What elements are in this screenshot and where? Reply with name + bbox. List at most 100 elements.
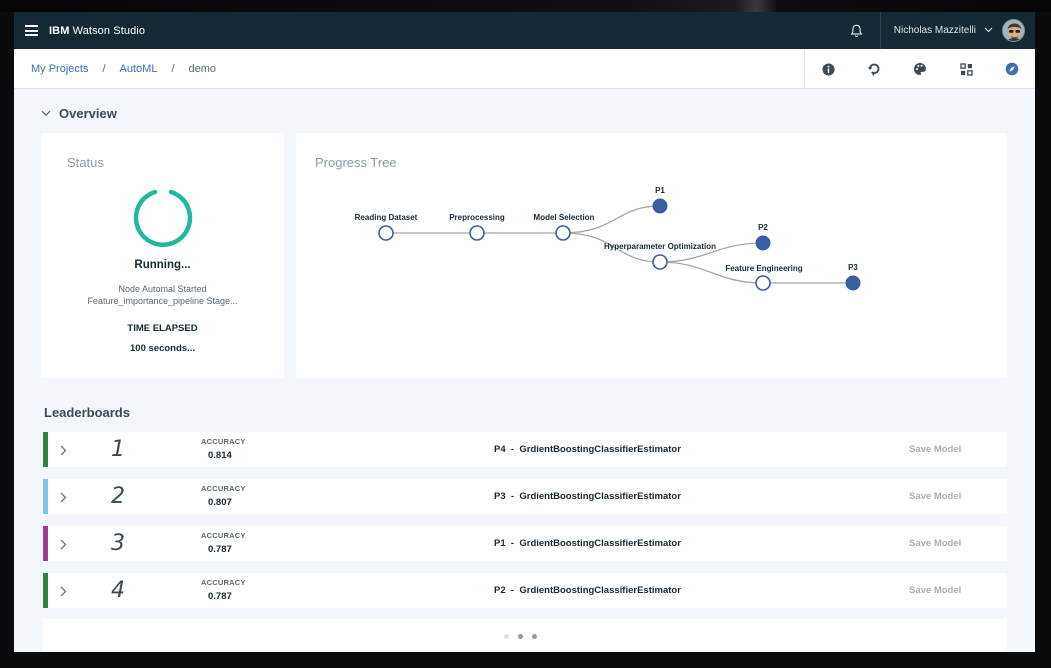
- leaderboard-row[interactable]: 2 ACCURACY 0.807 P3 - GrdientBoostingCla…: [43, 479, 1007, 514]
- pipeline-name: P4 - GrdientBoostingClassifierEstimator: [494, 444, 681, 455]
- app-title[interactable]: IBM Watson Studio: [49, 25, 145, 37]
- rank-number: 3: [111, 531, 125, 556]
- chevron-down-icon: [984, 25, 993, 36]
- tree-label-p3: P3: [848, 263, 858, 272]
- tree-label-feature-engineering: Feature Engineering: [725, 264, 802, 273]
- tree-label-reading-dataset: Reading Dataset: [355, 213, 418, 222]
- tree-label-preprocessing: Preprocessing: [449, 213, 505, 222]
- rank-color-bar: [43, 479, 48, 514]
- app-title-brand: IBM: [49, 24, 70, 37]
- tree-node-feature-engineering[interactable]: [755, 275, 771, 291]
- breadcrumb-automl[interactable]: AutoML: [120, 63, 158, 75]
- estimator-name: GrdientBoostingClassifierEstimator: [519, 491, 681, 502]
- page-dot[interactable]: [504, 634, 509, 639]
- tree-label-hpo: Hyperparameter Optimization: [604, 242, 716, 251]
- pipeline-id: P4: [494, 444, 506, 455]
- user-name: Nicholas Mazzitelli: [893, 25, 976, 36]
- save-model-button[interactable]: Save Model: [909, 538, 961, 549]
- chevron-right-icon[interactable]: [60, 537, 67, 555]
- rank-color-bar: [43, 432, 48, 467]
- pipeline-name: P1 - GrdientBoostingClassifierEstimator: [494, 538, 681, 549]
- app-screen: IBM Watson Studio Nicholas Mazzitelli My…: [14, 12, 1035, 652]
- tree-label-model-selection: Model Selection: [534, 213, 595, 222]
- leaderboard-row[interactable]: 4 ACCURACY 0.787 P2 - GrdientBoostingCla…: [43, 573, 1007, 608]
- breadcrumb-separator: /: [102, 62, 106, 75]
- pipeline-id: P1: [494, 538, 506, 549]
- accuracy-label: ACCURACY: [201, 484, 246, 493]
- page-toolbar: [804, 49, 1035, 89]
- leaderboard-row[interactable]: 3 ACCURACY 0.787 P1 - GrdientBoostingCla…: [43, 526, 1007, 561]
- chevron-right-icon[interactable]: [60, 584, 67, 602]
- breadcrumb-separator: /: [171, 62, 175, 75]
- tree-label-p1: P1: [655, 186, 665, 195]
- tree-node-reading-dataset[interactable]: [378, 225, 394, 241]
- window-frame: [0, 0, 1051, 12]
- pipeline-name: P3 - GrdientBoostingClassifierEstimator: [494, 491, 681, 502]
- estimator-name: GrdientBoostingClassifierEstimator: [519, 585, 681, 596]
- progress-tree-card: Progress Tree Reading Dataset Preprocess…: [296, 133, 1007, 378]
- app-title-product: Watson Studio: [72, 24, 146, 37]
- breadcrumb-demo: demo: [188, 62, 217, 75]
- accuracy-value: 0.787: [208, 591, 232, 602]
- rank-number: 1: [111, 437, 125, 462]
- page-dot[interactable]: [518, 634, 523, 639]
- progress-tree-diagram: Reading Dataset Preprocessing Model Sele…: [355, 186, 861, 291]
- estimator-name: GrdientBoostingClassifierEstimator: [519, 538, 681, 549]
- hamburger-menu-icon[interactable]: [25, 25, 38, 36]
- user-menu[interactable]: Nicholas Mazzitelli: [879, 12, 1035, 49]
- avatar[interactable]: [1002, 19, 1025, 42]
- breadcrumb: My Projects / AutoML / demo: [31, 63, 216, 75]
- save-model-button[interactable]: Save Model: [909, 491, 961, 502]
- save-model-button[interactable]: Save Model: [909, 585, 961, 596]
- accuracy-label: ACCURACY: [201, 578, 246, 587]
- rank-color-bar: [43, 526, 48, 561]
- accuracy-value: 0.787: [208, 544, 232, 555]
- grid-icon[interactable]: [943, 49, 989, 89]
- accuracy-value: 0.807: [208, 497, 232, 508]
- palette-icon[interactable]: [897, 49, 943, 89]
- compass-icon[interactable]: [989, 49, 1035, 89]
- tree-node-preprocessing[interactable]: [469, 225, 485, 241]
- rank-number: 2: [111, 484, 125, 509]
- leaderboard-row[interactable]: 1 ACCURACY 0.814 P4 - GrdientBoostingCla…: [43, 432, 1007, 467]
- status-message-line2: Feature_importance_pipeline Stage...: [87, 296, 238, 306]
- overview-title: Overview: [59, 105, 117, 121]
- save-model-button[interactable]: Save Model: [909, 444, 961, 455]
- rank-number: 4: [111, 578, 125, 603]
- pagination: [43, 619, 1007, 652]
- status-message-line1: Node Automal Started: [118, 284, 207, 294]
- accuracy-label: ACCURACY: [201, 437, 246, 446]
- status-message: Node Automal Started Feature_importance_…: [41, 283, 284, 307]
- accuracy-value: 0.814: [208, 450, 232, 461]
- pipeline-id: P2: [494, 585, 506, 596]
- estimator-name: GrdientBoostingClassifierEstimator: [519, 444, 681, 455]
- tree-node-p3[interactable]: [845, 275, 861, 291]
- time-elapsed-label: TIME ELAPSED: [127, 323, 198, 334]
- notifications-bell-icon[interactable]: [834, 12, 880, 49]
- breadcrumb-bar: My Projects / AutoML / demo: [14, 49, 1035, 89]
- app-header: IBM Watson Studio Nicholas Mazzitelli: [14, 12, 1035, 49]
- status-card: Status Running... Node Automal Started F…: [41, 133, 284, 378]
- tree-label-p2: P2: [758, 223, 768, 232]
- rank-color-bar: [43, 573, 48, 608]
- tree-node-hpo[interactable]: [652, 254, 668, 270]
- overview-toggle[interactable]: Overview: [41, 104, 117, 122]
- leaderboards-title: Leaderboards: [44, 405, 130, 420]
- breadcrumb-my-projects[interactable]: My Projects: [31, 63, 88, 75]
- chevron-down-icon: [41, 104, 51, 122]
- page-dot[interactable]: [532, 634, 537, 639]
- pipeline-name: P2 - GrdientBoostingClassifierEstimator: [494, 585, 681, 596]
- chevron-right-icon[interactable]: [60, 490, 67, 508]
- accuracy-label: ACCURACY: [201, 531, 246, 540]
- undo-deploy-icon[interactable]: [851, 49, 897, 89]
- info-icon[interactable]: [805, 49, 851, 89]
- tree-node-p2[interactable]: [755, 235, 771, 251]
- chevron-right-icon[interactable]: [60, 443, 67, 461]
- status-state: Running...: [134, 259, 191, 271]
- status-title: Status: [67, 155, 104, 170]
- loading-spinner-icon: [133, 189, 193, 247]
- pipeline-id: P3: [494, 491, 506, 502]
- tree-node-model-selection[interactable]: [555, 225, 571, 241]
- tree-node-p1[interactable]: [652, 198, 668, 214]
- time-elapsed-value: 100 seconds...: [130, 343, 195, 354]
